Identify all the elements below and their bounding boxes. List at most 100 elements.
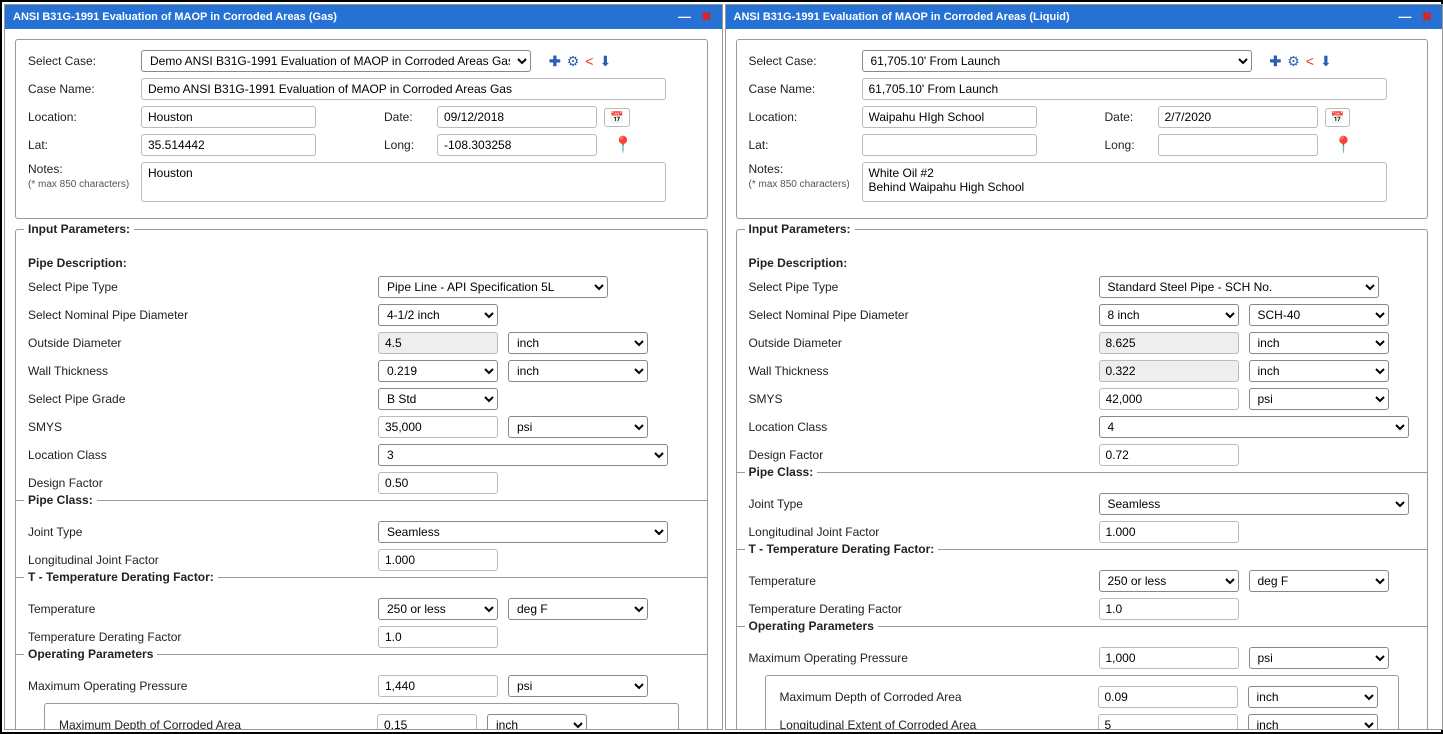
case-select[interactable]: Demo ANSI B31G-1991 Evaluation of MAOP i… <box>141 50 531 72</box>
date-input[interactable] <box>437 106 597 128</box>
long-input[interactable] <box>1158 134 1318 156</box>
mop-input[interactable] <box>378 675 498 697</box>
window-title: ANSI B31G-1991 Evaluation of MAOP in Cor… <box>734 11 1070 23</box>
ljf-label: Longitudinal Joint Factor <box>749 525 1089 539</box>
location-class-label: Location Class <box>749 420 1089 434</box>
map-pin-icon[interactable]: 📍 <box>1334 135 1354 155</box>
share-icon[interactable]: < <box>1306 53 1314 70</box>
lat-input[interactable] <box>862 134 1037 156</box>
long-label: Long: <box>1105 138 1150 152</box>
max-depth-unit-select[interactable]: inch <box>487 714 587 729</box>
calendar-icon[interactable]: 📅 <box>1325 108 1351 127</box>
add-icon[interactable]: ✚ <box>549 53 561 70</box>
nominal-diameter-select[interactable]: 4-1/2 inch <box>378 304 498 326</box>
long-input[interactable] <box>437 134 597 156</box>
wt-unit-select[interactable]: inch <box>1249 360 1389 382</box>
corroded-area-box: Maximum Depth of Corroded Areainch Longi… <box>44 703 679 729</box>
calendar-icon[interactable]: 📅 <box>604 108 630 127</box>
location-input[interactable] <box>141 106 316 128</box>
select-case-label: Select Case: <box>28 54 133 68</box>
od-unit-select[interactable]: inch <box>508 332 648 354</box>
design-factor-input[interactable] <box>1099 444 1239 466</box>
map-pin-icon[interactable]: 📍 <box>613 135 633 155</box>
case-name-input[interactable] <box>141 78 666 100</box>
tdf-label: Temperature Derating Factor <box>749 602 1089 616</box>
long-extent-input[interactable] <box>1098 714 1238 729</box>
notes-input[interactable]: White Oil #2 Behind Waipahu High School <box>862 162 1387 202</box>
design-factor-label: Design Factor <box>749 448 1089 462</box>
wall-thickness-select[interactable]: 0.219 <box>378 360 498 382</box>
location-label: Location: <box>28 110 133 124</box>
max-depth-input[interactable] <box>1098 686 1238 708</box>
notes-label: Notes: (* max 850 characters) <box>28 162 133 190</box>
add-icon[interactable]: ✚ <box>1270 53 1282 70</box>
pipe-type-select[interactable]: Standard Steel Pipe - SCH No. <box>1099 276 1379 298</box>
long-extent-unit-select[interactable]: inch <box>1248 714 1378 729</box>
pipe-type-select[interactable]: Pipe Line - API Specification 5L <box>378 276 608 298</box>
gear-icon[interactable]: ⚙ <box>1287 53 1300 70</box>
date-label: Date: <box>1105 110 1150 124</box>
case-select[interactable]: 61,705.10' From Launch <box>862 50 1252 72</box>
mop-unit-select[interactable]: psi <box>508 675 648 697</box>
schedule-select[interactable]: SCH-40 <box>1249 304 1389 326</box>
smys-unit-select[interactable]: psi <box>508 416 648 438</box>
download-icon[interactable]: ⬇ <box>1320 53 1332 70</box>
case-name-label: Case Name: <box>749 82 854 96</box>
pipe-grade-select[interactable]: B Std <box>378 388 498 410</box>
nominal-diameter-label: Select Nominal Pipe Diameter <box>28 308 368 322</box>
minimize-button[interactable]: — <box>678 9 692 25</box>
download-icon[interactable]: ⬇ <box>599 53 611 70</box>
minimize-button[interactable]: — <box>1398 9 1412 25</box>
close-button[interactable]: ✖ <box>1420 9 1434 25</box>
temp-unit-select[interactable]: deg F <box>508 598 648 620</box>
date-label: Date: <box>384 110 429 124</box>
nominal-diameter-select[interactable]: 8 inch <box>1099 304 1239 326</box>
mop-label: Maximum Operating Pressure <box>749 651 1089 665</box>
od-unit-select[interactable]: inch <box>1249 332 1389 354</box>
temp-derating-header: T - Temperature Derating Factor: <box>24 570 218 584</box>
input-parameters-box: Input Parameters: Pipe Description: Sele… <box>736 229 1429 729</box>
case-name-input[interactable] <box>862 78 1387 100</box>
lat-input[interactable] <box>141 134 316 156</box>
tdf-input[interactable] <box>1099 598 1239 620</box>
location-class-select[interactable]: 3 <box>378 444 668 466</box>
pipe-grade-label: Select Pipe Grade <box>28 392 368 406</box>
smys-input[interactable] <box>1099 388 1239 410</box>
wt-unit-select[interactable]: inch <box>508 360 648 382</box>
tdf-input[interactable] <box>378 626 498 648</box>
joint-type-select[interactable]: Seamless <box>1099 493 1409 515</box>
temperature-select[interactable]: 250 or less <box>1099 570 1239 592</box>
ljf-input[interactable] <box>1099 521 1239 543</box>
temperature-select[interactable]: 250 or less <box>378 598 498 620</box>
outside-diameter-label: Outside Diameter <box>28 336 368 350</box>
close-button[interactable]: ✖ <box>700 9 714 25</box>
smys-label: SMYS <box>749 392 1089 406</box>
mop-input[interactable] <box>1099 647 1239 669</box>
smys-unit-select[interactable]: psi <box>1249 388 1389 410</box>
window-title: ANSI B31G-1991 Evaluation of MAOP in Cor… <box>13 11 337 23</box>
pipe-type-label: Select Pipe Type <box>749 280 1089 294</box>
date-input[interactable] <box>1158 106 1318 128</box>
max-depth-unit-select[interactable]: inch <box>1248 686 1378 708</box>
design-factor-input[interactable] <box>378 472 498 494</box>
gas-panel: ANSI B31G-1991 Evaluation of MAOP in Cor… <box>4 4 723 730</box>
notes-input[interactable]: Houston <box>141 162 666 202</box>
operating-header: Operating Parameters <box>745 619 878 633</box>
temp-unit-select[interactable]: deg F <box>1249 570 1389 592</box>
share-icon[interactable]: < <box>585 53 593 70</box>
mop-unit-select[interactable]: psi <box>1249 647 1389 669</box>
location-class-select[interactable]: 4 <box>1099 416 1409 438</box>
location-class-label: Location Class <box>28 448 368 462</box>
wall-thickness-label: Wall Thickness <box>749 364 1089 378</box>
joint-type-select[interactable]: Seamless <box>378 521 668 543</box>
ljf-input[interactable] <box>378 549 498 571</box>
titlebar: ANSI B31G-1991 Evaluation of MAOP in Cor… <box>726 5 1443 29</box>
pipe-class-header: Pipe Class: <box>745 465 818 479</box>
gear-icon[interactable]: ⚙ <box>567 53 580 70</box>
max-depth-input[interactable] <box>377 714 477 729</box>
location-input[interactable] <box>862 106 1037 128</box>
nominal-diameter-label: Select Nominal Pipe Diameter <box>749 308 1089 322</box>
smys-input[interactable] <box>378 416 498 438</box>
outside-diameter-label: Outside Diameter <box>749 336 1089 350</box>
liquid-panel: ANSI B31G-1991 Evaluation of MAOP in Cor… <box>725 4 1443 730</box>
